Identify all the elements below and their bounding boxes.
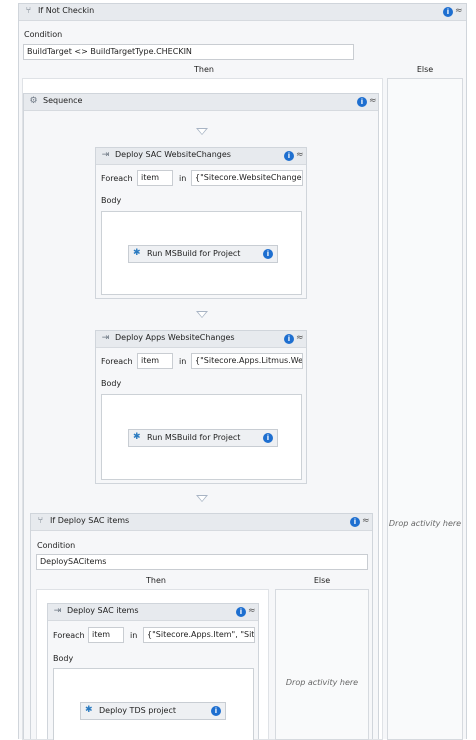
info-icon[interactable]: i <box>211 706 221 716</box>
info-icon[interactable]: i <box>357 97 367 107</box>
else-label: Else <box>416 65 434 74</box>
sequence-icon: ⚙ <box>29 96 38 106</box>
body-label: Body <box>101 196 122 205</box>
if-not-checkin-title: If Not Checkin <box>38 6 95 15</box>
body-drop-zone[interactable]: ✱ Run MSBuild for Project i <box>101 211 302 295</box>
if-icon: ⑂ <box>25 6 32 16</box>
in-label: in <box>179 174 187 183</box>
foreach-icon: ⇥ <box>101 150 110 160</box>
msbuild-icon: ✱ <box>133 248 141 258</box>
run-msbuild-title: Run MSBuild for Project <box>147 433 241 442</box>
info-icon[interactable]: i <box>284 151 294 161</box>
item-field[interactable]: item <box>88 627 124 643</box>
deploy-sac-websitechanges-title: Deploy SAC WebsiteChanges <box>115 150 231 159</box>
run-msbuild-activity[interactable]: ✱ Run MSBuild for Project i <box>128 245 278 263</box>
if-deploy-sac-items-header[interactable]: ⑂ If Deploy SAC items i ≈ <box>31 514 372 531</box>
body-label: Body <box>101 379 122 388</box>
deploy-sac-items-activity[interactable]: ⇥ Deploy SAC items i ≈ Foreach item in {… <box>47 603 259 740</box>
collapse-icon[interactable]: ≈ <box>362 516 370 526</box>
deploy-tds-activity[interactable]: ✱ Deploy TDS project i <box>80 702 226 720</box>
collapse-icon[interactable]: ≈ <box>296 333 304 343</box>
info-icon[interactable]: i <box>236 607 246 617</box>
body-label: Body <box>53 654 74 663</box>
foreach-label: Foreach <box>101 357 133 366</box>
collapse-icon[interactable]: ≈ <box>369 96 377 106</box>
collection-field[interactable]: {"Sitecore.Apps.Item", "Site <box>143 627 255 643</box>
deploy-sac-items-header[interactable]: ⇥ Deploy SAC items i ≈ <box>48 604 258 621</box>
collapse-icon[interactable]: ≈ <box>296 150 304 160</box>
foreach-label: Foreach <box>53 631 85 640</box>
body-drop-zone[interactable]: ✱ Deploy TDS project i <box>53 668 254 740</box>
then-label: Then <box>146 576 166 585</box>
collection-field[interactable]: {"Sitecore.Apps.Litmus.We <box>191 353 303 369</box>
deploy-apps-websitechanges-title: Deploy Apps WebsiteChanges <box>115 333 235 342</box>
deploy-sac-websitechanges-activity[interactable]: ⇥ Deploy SAC WebsiteChanges i ≈ Foreach … <box>95 147 307 299</box>
else-drop-text: Drop activity here <box>388 519 462 528</box>
condition-label: Condition <box>37 541 76 550</box>
else-drop-zone[interactable]: Drop activity here <box>275 589 369 740</box>
msbuild-icon: ✱ <box>133 432 141 442</box>
drop-arrow-icon <box>196 495 208 502</box>
then-label: Then <box>194 65 214 74</box>
collapse-icon[interactable]: ≈ <box>455 6 463 16</box>
run-msbuild-activity[interactable]: ✱ Run MSBuild for Project i <box>128 429 278 447</box>
in-label: in <box>130 631 138 640</box>
foreach-icon: ⇥ <box>101 333 110 343</box>
run-msbuild-title: Run MSBuild for Project <box>147 249 241 258</box>
info-icon[interactable]: i <box>284 334 294 344</box>
deploy-apps-websitechanges-activity[interactable]: ⇥ Deploy Apps WebsiteChanges i ≈ Foreach… <box>95 330 307 484</box>
info-icon[interactable]: i <box>263 249 273 259</box>
item-field[interactable]: item <box>137 170 173 186</box>
info-icon[interactable]: i <box>263 433 273 443</box>
foreach-icon: ⇥ <box>53 606 62 616</box>
sequence-header[interactable]: ⚙ Sequence i ≈ <box>24 94 378 111</box>
if-deploy-sac-items-title: If Deploy SAC items <box>50 516 130 525</box>
sequence-title: Sequence <box>43 96 83 105</box>
collapse-icon[interactable]: ≈ <box>248 606 256 616</box>
collection-field[interactable]: {"Sitecore.WebsiteChange <box>191 170 303 186</box>
deploy-sac-items-title: Deploy SAC items <box>67 606 139 615</box>
drop-arrow-icon <box>196 128 208 135</box>
condition-field[interactable]: BuildTarget <> BuildTargetType.CHECKIN <box>23 44 354 60</box>
body-drop-zone[interactable]: ✱ Run MSBuild for Project i <box>101 394 302 480</box>
foreach-label: Foreach <box>101 174 133 183</box>
if-not-checkin-header[interactable]: ⑂ If Not Checkin i ≈ <box>19 4 466 21</box>
info-icon[interactable]: i <box>443 7 453 17</box>
if-icon: ⑂ <box>37 516 44 526</box>
else-drop-text: Drop activity here <box>285 678 359 687</box>
deploy-sac-websitechanges-header[interactable]: ⇥ Deploy SAC WebsiteChanges i ≈ <box>96 148 306 165</box>
condition-label: Condition <box>24 30 63 39</box>
condition-field[interactable]: DeploySACitems <box>36 554 368 570</box>
drop-arrow-icon <box>196 311 208 318</box>
in-label: in <box>179 357 187 366</box>
msbuild-icon: ✱ <box>85 705 93 715</box>
deploy-apps-websitechanges-header[interactable]: ⇥ Deploy Apps WebsiteChanges i ≈ <box>96 331 306 348</box>
else-drop-zone[interactable]: Drop activity here <box>387 78 463 740</box>
info-icon[interactable]: i <box>350 517 360 527</box>
item-field[interactable]: item <box>137 353 173 369</box>
else-label: Else <box>313 576 331 585</box>
deploy-tds-title: Deploy TDS project <box>99 706 176 715</box>
